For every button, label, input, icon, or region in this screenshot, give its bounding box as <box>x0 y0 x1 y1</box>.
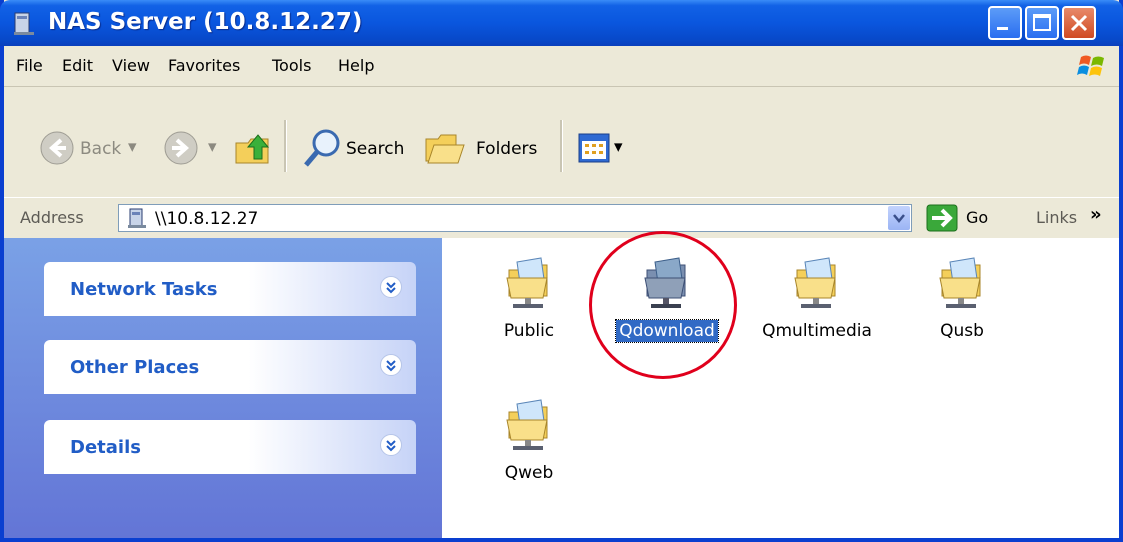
maximize-button[interactable] <box>1025 6 1059 40</box>
share-label: Qweb <box>504 463 554 483</box>
menu-favorites[interactable]: Favorites <box>168 56 240 75</box>
share-label: Qmultimedia <box>762 321 872 341</box>
expand-chevron-icon[interactable] <box>380 354 402 376</box>
share-label: Qdownload <box>615 319 719 343</box>
explorer-window: NAS Server (10.8.12.27) File Edit View F… <box>0 0 1123 542</box>
network-drive-icon <box>128 208 146 228</box>
links-chevron-icon[interactable]: » <box>1090 204 1102 225</box>
address-value: \\10.8.12.27 <box>155 209 259 229</box>
menu-view[interactable]: View <box>112 56 150 75</box>
minimize-icon <box>997 27 1008 30</box>
folders-label[interactable]: Folders <box>476 139 537 159</box>
go-arrow-icon[interactable] <box>926 204 958 232</box>
panel-title: Other Places <box>70 357 200 378</box>
panel-title: Network Tasks <box>70 279 218 300</box>
forward-dropdown-arrow[interactable]: ▾ <box>208 137 217 157</box>
links-label[interactable]: Links <box>1036 208 1077 227</box>
standard-toolbar: Back ▾ ▾ Search Folders ▾ <box>4 87 1119 198</box>
task-pane: Network Tasks Other Places Details <box>4 238 442 538</box>
shared-folder-icon <box>939 257 981 308</box>
expand-chevron-icon[interactable] <box>380 276 402 298</box>
toolbar-separator <box>284 120 287 172</box>
address-dropdown-button[interactable] <box>888 206 910 230</box>
close-button[interactable] <box>1062 6 1096 40</box>
chevron-down-icon <box>893 214 905 223</box>
network-drive-icon <box>14 12 34 35</box>
toolbar-separator <box>560 120 563 172</box>
panel-details[interactable]: Details <box>44 420 416 474</box>
shared-folder-icon <box>506 399 548 450</box>
panel-other-places[interactable]: Other Places <box>44 340 416 394</box>
views-dropdown-arrow[interactable]: ▾ <box>614 137 623 157</box>
search-icon[interactable] <box>302 127 342 169</box>
shared-folder-icon <box>644 257 686 308</box>
back-label[interactable]: Back <box>80 139 121 159</box>
folders-icon[interactable] <box>424 129 468 167</box>
windows-logo-icon <box>1077 55 1104 76</box>
address-label: Address <box>20 208 84 227</box>
share-item-qusb[interactable]: Qusb <box>897 256 1027 342</box>
expand-chevron-icon[interactable] <box>380 434 402 456</box>
shared-folder-icon <box>794 257 836 308</box>
share-label: Public <box>503 321 555 341</box>
shared-folder-icon <box>506 257 548 308</box>
back-arrow-icon[interactable] <box>40 131 74 165</box>
back-dropdown-arrow[interactable]: ▾ <box>128 137 137 157</box>
go-button[interactable]: Go <box>966 208 988 227</box>
panel-title: Details <box>70 437 141 458</box>
address-bar: Address \\10.8.12.27 Go Links » <box>4 197 1119 239</box>
minimize-button[interactable] <box>988 6 1022 40</box>
share-item-qdownload[interactable]: Qdownload <box>602 256 732 343</box>
address-input[interactable]: \\10.8.12.27 <box>118 204 912 232</box>
menu-file[interactable]: File <box>16 56 43 75</box>
forward-arrow-icon[interactable] <box>164 131 198 165</box>
menu-help[interactable]: Help <box>338 56 374 75</box>
panel-network-tasks[interactable]: Network Tasks <box>44 262 416 316</box>
window-title: NAS Server (10.8.12.27) <box>48 9 363 35</box>
title-bar[interactable]: NAS Server (10.8.12.27) <box>0 0 1123 46</box>
menu-edit[interactable]: Edit <box>62 56 93 75</box>
up-folder-icon[interactable] <box>234 129 272 167</box>
menu-bar: File Edit View Favorites Tools Help <box>4 46 1119 87</box>
share-item-qweb[interactable]: Qweb <box>464 398 594 484</box>
folder-content-area: Public Qdownload Qmultimedia Qusb Qweb <box>442 238 1119 538</box>
views-icon[interactable] <box>578 133 610 163</box>
search-label[interactable]: Search <box>346 139 404 159</box>
share-label: Qusb <box>940 321 984 341</box>
share-item-qmultimedia[interactable]: Qmultimedia <box>752 256 882 342</box>
maximize-icon <box>1033 14 1051 31</box>
menu-tools[interactable]: Tools <box>272 56 311 75</box>
share-item-public[interactable]: Public <box>464 256 594 342</box>
close-icon <box>1070 14 1088 32</box>
